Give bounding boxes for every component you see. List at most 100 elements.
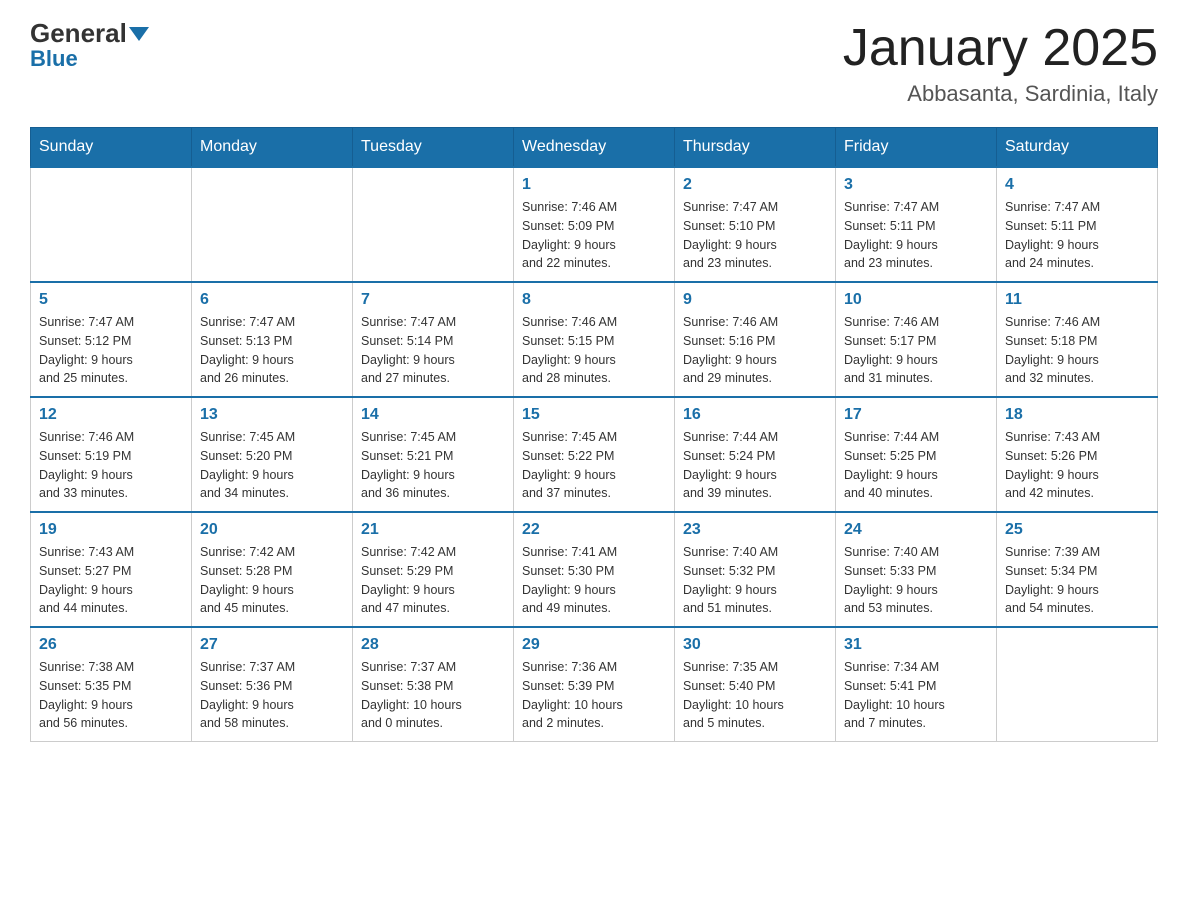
title-block: January 2025 Abbasanta, Sardinia, Italy bbox=[843, 20, 1158, 107]
calendar-cell: 25Sunrise: 7:39 AMSunset: 5:34 PMDayligh… bbox=[997, 512, 1158, 627]
calendar-cell: 9 Sunrise: 7:46 AMSunset: 5:16 PMDaylight… bbox=[675, 282, 836, 397]
day-info: Sunrise: 7:43 AMSunset: 5:26 PMDaylight:… bbox=[1005, 428, 1149, 503]
calendar-cell: 7Sunrise: 7:47 AMSunset: 5:14 PMDaylight… bbox=[353, 282, 514, 397]
calendar-cell: 16 Sunrise: 7:44 AMSunset: 5:24 PMDayligh… bbox=[675, 397, 836, 512]
page-header: General Blue January 2025 Abbasanta, Sar… bbox=[30, 20, 1158, 107]
calendar-cell: 18Sunrise: 7:43 AMSunset: 5:26 PMDayligh… bbox=[997, 397, 1158, 512]
calendar-cell: 1Sunrise: 7:46 AMSunset: 5:09 PMDaylight… bbox=[514, 167, 675, 282]
day-info: Sunrise: 7:38 AMSunset: 5:35 PMDaylight:… bbox=[39, 658, 183, 733]
weekday-header-sunday: Sunday bbox=[31, 128, 192, 168]
calendar-cell bbox=[353, 167, 514, 282]
calendar-cell: 20 Sunrise: 7:42 AMSunset: 5:28 PMDayligh… bbox=[192, 512, 353, 627]
day-number: 1 bbox=[522, 176, 666, 194]
day-info: Sunrise: 7:35 AMSunset: 5:40 PMDaylight:… bbox=[683, 658, 827, 733]
day-info: Sunrise: 7:45 AMSunset: 5:22 PMDaylight:… bbox=[522, 428, 666, 503]
day-number: 24 bbox=[844, 521, 988, 539]
day-info: Sunrise: 7:42 AMSunset: 5:29 PMDaylight:… bbox=[361, 543, 505, 618]
day-number: 20 bbox=[200, 521, 344, 539]
logo-blue-text: Blue bbox=[30, 48, 78, 70]
calendar-cell: 22Sunrise: 7:41 AMSunset: 5:30 PMDayligh… bbox=[514, 512, 675, 627]
day-info: Sunrise: 7:46 AMSunset: 5:15 PMDaylight:… bbox=[522, 313, 666, 388]
day-number: 15 bbox=[522, 406, 666, 424]
weekday-header-wednesday: Wednesday bbox=[514, 128, 675, 168]
day-info: Sunrise: 7:37 AMSunset: 5:36 PMDaylight:… bbox=[200, 658, 344, 733]
day-number: 12 bbox=[39, 406, 183, 424]
calendar-cell: 24 Sunrise: 7:40 AMSunset: 5:33 PMDayligh… bbox=[836, 512, 997, 627]
calendar-cell: 14 Sunrise: 7:45 AMSunset: 5:21 PMDayligh… bbox=[353, 397, 514, 512]
day-info: Sunrise: 7:43 AMSunset: 5:27 PMDaylight:… bbox=[39, 543, 183, 618]
calendar-week-3: 12 Sunrise: 7:46 AMSunset: 5:19 PMDayligh… bbox=[31, 397, 1158, 512]
calendar-cell: 6Sunrise: 7:47 AMSunset: 5:13 PMDaylight… bbox=[192, 282, 353, 397]
day-info: Sunrise: 7:47 AMSunset: 5:11 PMDaylight:… bbox=[844, 198, 988, 273]
calendar-body: 1Sunrise: 7:46 AMSunset: 5:09 PMDaylight… bbox=[31, 167, 1158, 742]
logo-arrow-icon bbox=[129, 27, 149, 41]
calendar-cell: 27Sunrise: 7:37 AMSunset: 5:36 PMDayligh… bbox=[192, 627, 353, 742]
logo-general-text: General bbox=[30, 20, 149, 46]
calendar-cell: 8 Sunrise: 7:46 AMSunset: 5:15 PMDaylight… bbox=[514, 282, 675, 397]
day-number: 3 bbox=[844, 176, 988, 194]
day-info: Sunrise: 7:45 AMSunset: 5:20 PMDaylight:… bbox=[200, 428, 344, 503]
day-info: Sunrise: 7:46 AMSunset: 5:17 PMDaylight:… bbox=[844, 313, 988, 388]
day-number: 29 bbox=[522, 636, 666, 654]
calendar-cell: 19 Sunrise: 7:43 AMSunset: 5:27 PMDayligh… bbox=[31, 512, 192, 627]
weekday-header-saturday: Saturday bbox=[997, 128, 1158, 168]
day-number: 11 bbox=[1005, 291, 1149, 309]
day-number: 9 bbox=[683, 291, 827, 309]
calendar-week-1: 1Sunrise: 7:46 AMSunset: 5:09 PMDaylight… bbox=[31, 167, 1158, 282]
day-number: 22 bbox=[522, 521, 666, 539]
day-number: 23 bbox=[683, 521, 827, 539]
day-number: 14 bbox=[361, 406, 505, 424]
calendar-cell: 11 Sunrise: 7:46 AMSunset: 5:18 PMDayligh… bbox=[997, 282, 1158, 397]
calendar-cell: 26 Sunrise: 7:38 AMSunset: 5:35 PMDayligh… bbox=[31, 627, 192, 742]
day-number: 16 bbox=[683, 406, 827, 424]
calendar-cell: 23 Sunrise: 7:40 AMSunset: 5:32 PMDayligh… bbox=[675, 512, 836, 627]
day-info: Sunrise: 7:42 AMSunset: 5:28 PMDaylight:… bbox=[200, 543, 344, 618]
day-number: 21 bbox=[361, 521, 505, 539]
calendar-cell: 3 Sunrise: 7:47 AMSunset: 5:11 PMDaylight… bbox=[836, 167, 997, 282]
day-number: 10 bbox=[844, 291, 988, 309]
page-subtitle: Abbasanta, Sardinia, Italy bbox=[843, 81, 1158, 107]
day-info: Sunrise: 7:46 AMSunset: 5:19 PMDaylight:… bbox=[39, 428, 183, 503]
page-title: January 2025 bbox=[843, 20, 1158, 77]
day-number: 17 bbox=[844, 406, 988, 424]
day-number: 2 bbox=[683, 176, 827, 194]
day-info: Sunrise: 7:40 AMSunset: 5:33 PMDaylight:… bbox=[844, 543, 988, 618]
day-info: Sunrise: 7:44 AMSunset: 5:25 PMDaylight:… bbox=[844, 428, 988, 503]
day-info: Sunrise: 7:37 AMSunset: 5:38 PMDaylight:… bbox=[361, 658, 505, 733]
logo: General Blue bbox=[30, 20, 149, 70]
calendar-cell bbox=[192, 167, 353, 282]
day-number: 4 bbox=[1005, 176, 1149, 194]
day-info: Sunrise: 7:46 AMSunset: 5:16 PMDaylight:… bbox=[683, 313, 827, 388]
calendar-cell: 31Sunrise: 7:34 AMSunset: 5:41 PMDayligh… bbox=[836, 627, 997, 742]
calendar-cell: 10 Sunrise: 7:46 AMSunset: 5:17 PMDayligh… bbox=[836, 282, 997, 397]
calendar-cell: 13 Sunrise: 7:45 AMSunset: 5:20 PMDayligh… bbox=[192, 397, 353, 512]
calendar-header: SundayMondayTuesdayWednesdayThursdayFrid… bbox=[31, 128, 1158, 168]
weekday-header-monday: Monday bbox=[192, 128, 353, 168]
day-number: 26 bbox=[39, 636, 183, 654]
day-info: Sunrise: 7:47 AMSunset: 5:10 PMDaylight:… bbox=[683, 198, 827, 273]
day-number: 6 bbox=[200, 291, 344, 309]
weekday-header-friday: Friday bbox=[836, 128, 997, 168]
calendar-cell: 29Sunrise: 7:36 AMSunset: 5:39 PMDayligh… bbox=[514, 627, 675, 742]
calendar-cell: 5Sunrise: 7:47 AMSunset: 5:12 PMDaylight… bbox=[31, 282, 192, 397]
calendar-week-5: 26 Sunrise: 7:38 AMSunset: 5:35 PMDayligh… bbox=[31, 627, 1158, 742]
day-info: Sunrise: 7:44 AMSunset: 5:24 PMDaylight:… bbox=[683, 428, 827, 503]
weekday-header-thursday: Thursday bbox=[675, 128, 836, 168]
calendar-cell: 28 Sunrise: 7:37 AMSunset: 5:38 PMDayligh… bbox=[353, 627, 514, 742]
day-number: 28 bbox=[361, 636, 505, 654]
day-number: 13 bbox=[200, 406, 344, 424]
calendar-cell: 21 Sunrise: 7:42 AMSunset: 5:29 PMDayligh… bbox=[353, 512, 514, 627]
day-info: Sunrise: 7:47 AMSunset: 5:12 PMDaylight:… bbox=[39, 313, 183, 388]
day-info: Sunrise: 7:39 AMSunset: 5:34 PMDaylight:… bbox=[1005, 543, 1149, 618]
calendar-cell: 12 Sunrise: 7:46 AMSunset: 5:19 PMDayligh… bbox=[31, 397, 192, 512]
day-info: Sunrise: 7:46 AMSunset: 5:18 PMDaylight:… bbox=[1005, 313, 1149, 388]
calendar-cell: 2 Sunrise: 7:47 AMSunset: 5:10 PMDaylight… bbox=[675, 167, 836, 282]
calendar-cell: 15 Sunrise: 7:45 AMSunset: 5:22 PMDayligh… bbox=[514, 397, 675, 512]
day-number: 30 bbox=[683, 636, 827, 654]
day-number: 19 bbox=[39, 521, 183, 539]
day-info: Sunrise: 7:45 AMSunset: 5:21 PMDaylight:… bbox=[361, 428, 505, 503]
day-info: Sunrise: 7:40 AMSunset: 5:32 PMDaylight:… bbox=[683, 543, 827, 618]
day-number: 8 bbox=[522, 291, 666, 309]
day-info: Sunrise: 7:47 AMSunset: 5:14 PMDaylight:… bbox=[361, 313, 505, 388]
day-info: Sunrise: 7:47 AMSunset: 5:11 PMDaylight:… bbox=[1005, 198, 1149, 273]
